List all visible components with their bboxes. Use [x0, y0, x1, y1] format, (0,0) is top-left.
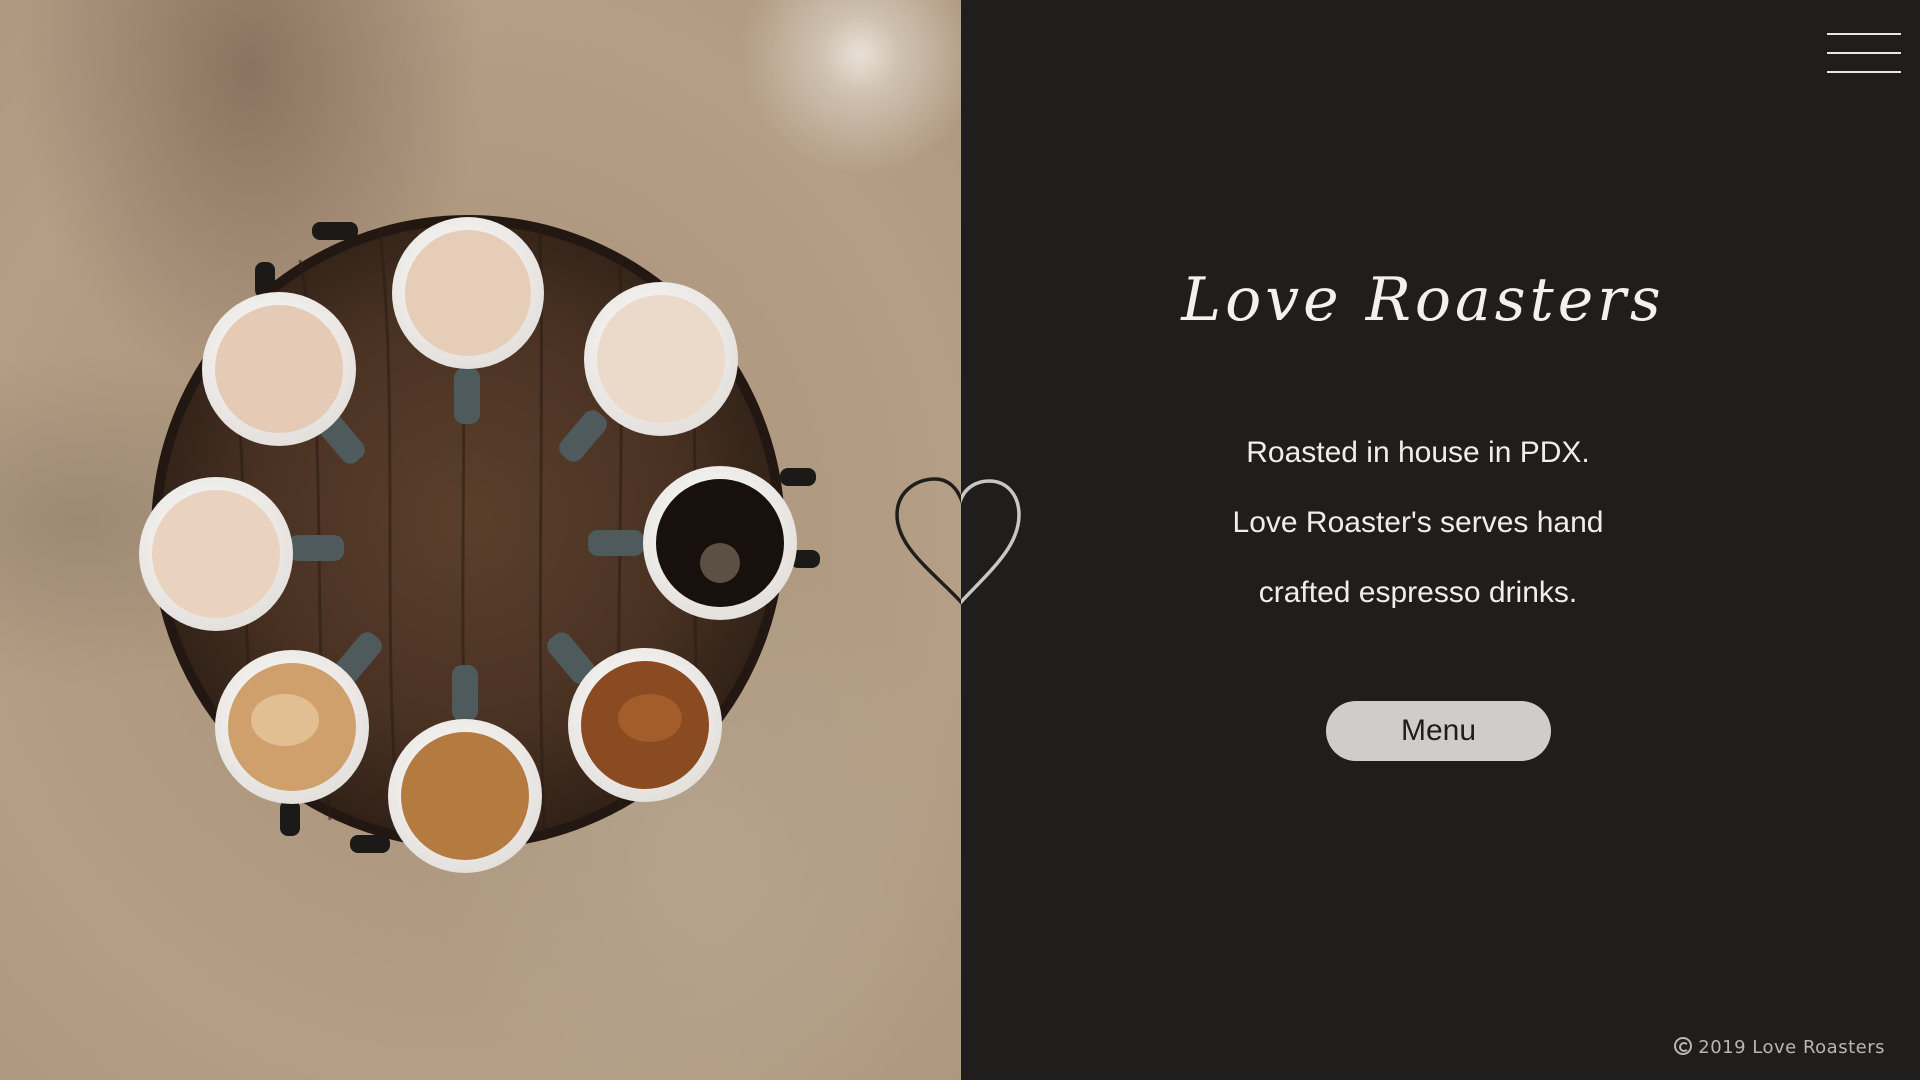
hamburger-line: [1827, 33, 1901, 35]
footer: 2019 Love Roasters: [1674, 1037, 1885, 1058]
landing-page: Love Roasters Roasted in house in PDX. L…: [0, 0, 1920, 1080]
content-panel: Love Roasters Roasted in house in PDX. L…: [961, 0, 1920, 1080]
heart-icon: [895, 477, 1021, 605]
hamburger-line: [1827, 52, 1901, 54]
coffee-cups-illustration: [139, 215, 820, 873]
tagline-line-1: Roasted in house in PDX.: [1246, 436, 1590, 469]
tagline-line-3: crafted espresso drinks.: [1258, 576, 1578, 609]
hero-photo: [0, 0, 961, 1080]
copyright-icon: [1674, 1037, 1693, 1055]
brand-title: Love Roasters: [1181, 265, 1665, 335]
menu-button[interactable]: Menu: [1326, 701, 1551, 761]
hamburger-line: [1827, 71, 1901, 73]
hamburger-menu-icon[interactable]: [1827, 33, 1901, 75]
copyright-text: 2019 Love Roasters: [1698, 1037, 1885, 1058]
tagline-line-2: Love Roaster's serves hand: [1232, 506, 1604, 539]
